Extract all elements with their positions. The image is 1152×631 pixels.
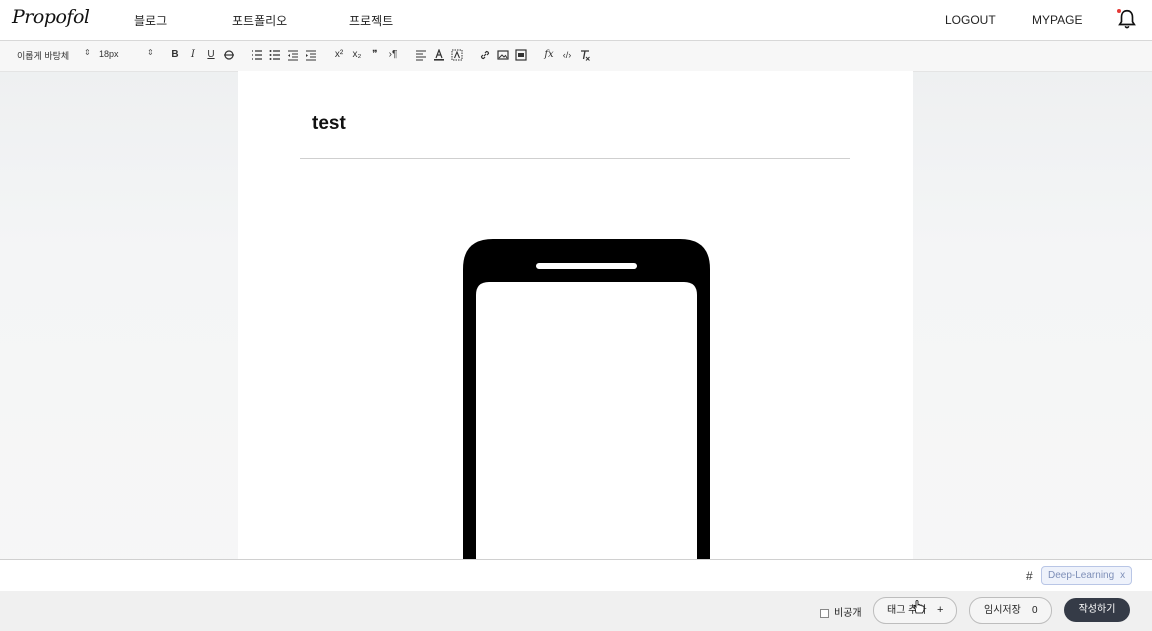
temp-save-count: 0: [1032, 605, 1038, 616]
mypage-link[interactable]: MYPAGE: [1032, 13, 1082, 27]
hand-cursor-icon: [913, 600, 925, 614]
logout-link[interactable]: LOGOUT: [945, 13, 996, 27]
tag-chip[interactable]: Deep-Learning x: [1041, 566, 1133, 585]
blockquote-icon[interactable]: ❞: [368, 47, 382, 63]
link-icon[interactable]: [478, 47, 492, 63]
size-select[interactable]: 18px: [99, 49, 119, 59]
notification-dot: [1117, 9, 1121, 13]
ordered-list-icon[interactable]: [250, 47, 264, 63]
align-icon[interactable]: [414, 47, 428, 63]
text-color-icon[interactable]: [432, 47, 446, 63]
video-icon[interactable]: [514, 47, 528, 63]
logo[interactable]: Propofol: [12, 6, 90, 28]
text-direction-icon[interactable]: ›¶: [386, 47, 400, 63]
strike-icon[interactable]: [222, 47, 236, 63]
nav-link-blog[interactable]: 블로그: [134, 12, 167, 29]
font-select-arrow-icon: ⇕: [84, 48, 91, 57]
top-nav: Propofol 블로그 포트폴리오 프로젝트 LOGOUT MYPAGE: [0, 0, 1152, 41]
checkbox-icon[interactable]: [820, 608, 829, 618]
indent-icon[interactable]: [304, 47, 318, 63]
underline-icon[interactable]: U: [204, 47, 218, 63]
tag-label: Deep-Learning: [1048, 570, 1115, 581]
superscript-icon[interactable]: x²: [332, 47, 346, 63]
editor-toolbar: 이롭게 바탕체 ⇕ 18px ⇕ B I U x² x₂ ❞ ›¶ fx ‹/›: [0, 41, 1152, 72]
submit-button[interactable]: 작성하기: [1064, 598, 1130, 622]
post-title[interactable]: test: [312, 113, 346, 135]
font-select[interactable]: 이롭게 바탕체: [17, 49, 69, 62]
background-color-icon[interactable]: [450, 47, 464, 63]
tag-bar: # Deep-Learning x: [0, 559, 1152, 592]
hash-symbol: #: [1026, 569, 1033, 583]
nav-link-portfolio[interactable]: 포트폴리오: [232, 12, 287, 29]
tag-remove-icon[interactable]: x: [1120, 570, 1125, 581]
bold-icon[interactable]: B: [168, 47, 182, 63]
editor-canvas[interactable]: test: [238, 71, 913, 559]
temp-save-button[interactable]: 임시저장 0: [969, 597, 1052, 624]
formula-icon[interactable]: fx: [542, 47, 556, 63]
temp-save-label: 임시저장: [984, 605, 1021, 616]
code-block-icon[interactable]: ‹/›: [560, 47, 574, 63]
bottom-action-bar: 비공개 태그 추가 + 임시저장 0 작성하기: [0, 591, 1152, 631]
title-divider: [300, 158, 850, 159]
private-label: 비공개: [834, 608, 862, 619]
italic-icon[interactable]: I: [186, 47, 200, 63]
nav-link-project[interactable]: 프로젝트: [349, 12, 393, 29]
size-select-arrow-icon: ⇕: [147, 48, 154, 57]
private-checkbox[interactable]: 비공개: [820, 604, 862, 619]
outdent-icon[interactable]: [286, 47, 300, 63]
subscript-icon[interactable]: x₂: [350, 47, 364, 63]
phone-image: [463, 239, 710, 559]
image-icon[interactable]: [496, 47, 510, 63]
plus-icon: +: [937, 604, 944, 616]
bullet-list-icon[interactable]: [268, 47, 282, 63]
clear-format-icon[interactable]: [578, 47, 592, 63]
